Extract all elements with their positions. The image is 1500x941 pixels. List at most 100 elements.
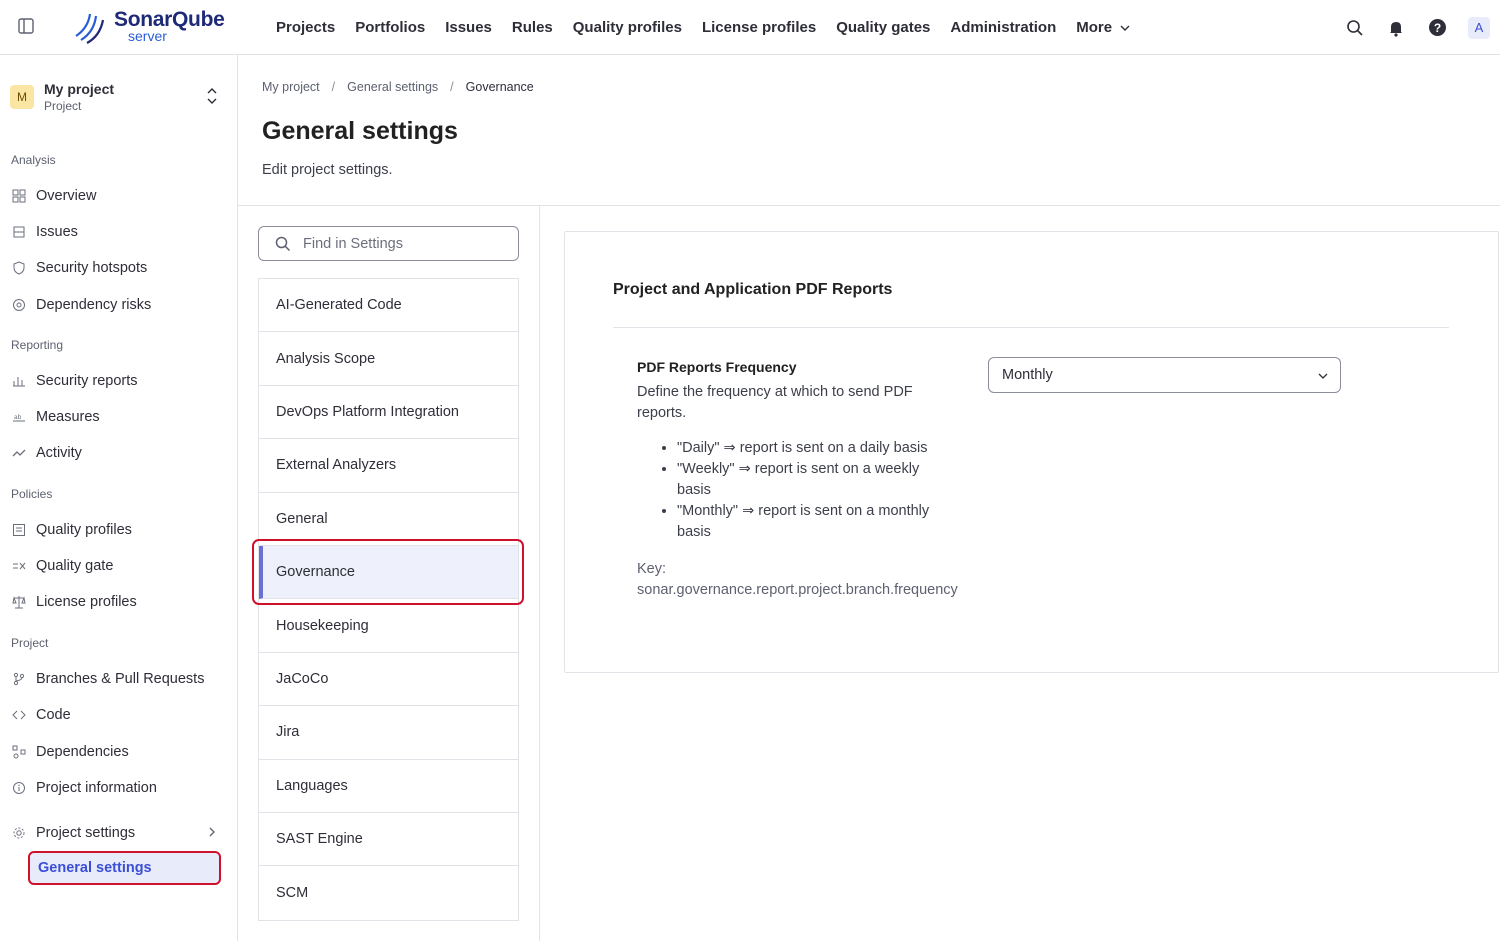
main-content: My project / General settings / Governan… [238,55,1500,941]
help-icon[interactable]: ? [1427,18,1447,38]
category-general[interactable]: General [259,493,518,546]
shield-icon [11,260,27,276]
sonarqube-logo[interactable]: SonarQube server [70,6,225,46]
settings-search[interactable] [258,226,519,261]
list-item: "Monthly" ⇒ report is sent on a monthly … [677,501,951,543]
sidebar-item-label: Dependencies [36,744,129,760]
dependency-risk-icon [11,297,27,313]
setting-key-value: sonar.governance.report.project.branch.f… [637,582,958,598]
user-avatar[interactable]: A [1468,16,1490,39]
top-right-actions: ? A [1345,0,1500,55]
sidebar-item-label: Measures [36,409,100,425]
sidebar-item-issues[interactable]: Issues [11,218,226,246]
project-name: My project [44,81,115,97]
nav-portfolios[interactable]: Portfolios [355,19,425,36]
overview-icon [11,188,27,204]
measures-icon: ab [11,409,27,425]
category-governance[interactable]: Governance [259,545,518,600]
nav-rules[interactable]: Rules [512,19,553,36]
sidebar-item-quality-gate[interactable]: Quality gate [11,552,226,580]
project-switcher[interactable]: M My project Project [10,79,226,115]
issues-icon [11,224,27,240]
quality-profiles-icon [11,522,27,538]
category-sast-engine[interactable]: SAST Engine [259,813,518,867]
nav-issues[interactable]: Issues [445,19,492,36]
sonar-waves-icon [75,13,105,44]
sidebar-section-project: Project [11,636,49,650]
sidebar-item-label: Project settings [36,825,136,841]
quality-gate-icon [11,558,27,574]
sidebar-item-code[interactable]: Code [11,701,226,729]
setting-key: Key: sonar.governance.report.project.bra… [637,559,958,601]
nav-quality-gates[interactable]: Quality gates [836,19,930,36]
bar-chart-icon [11,373,27,389]
frequency-select[interactable]: Monthly [988,357,1341,393]
chevron-down-icon [1318,373,1328,379]
category-scm[interactable]: SCM [259,866,518,919]
info-icon [11,780,27,796]
category-analysis-scope[interactable]: Analysis Scope [259,332,518,386]
top-navigation-bar: SonarQube server Projects Portfolios Iss… [0,0,1500,55]
sidebar-item-overview[interactable]: Overview [11,182,226,210]
sidebar-item-dependencies[interactable]: Dependencies [11,738,226,766]
sidebar-item-branches[interactable]: Branches & Pull Requests [11,665,226,693]
sidebar-item-project-information[interactable]: Project information [11,774,226,802]
sidebar-item-security-reports[interactable]: Security reports [11,367,226,395]
list-item: "Weekly" ⇒ report is sent on a weekly ba… [677,459,951,501]
sidebar-section-reporting: Reporting [11,338,64,352]
category-devops-platform-integration[interactable]: DevOps Platform Integration [259,386,518,440]
panel-divider [613,327,1449,328]
sidebar-item-label: Overview [36,188,97,204]
settings-search-input[interactable] [303,235,503,252]
category-ai-generated-code[interactable]: AI-Generated Code [259,279,518,333]
nav-quality-profiles[interactable]: Quality profiles [573,19,682,36]
branch-icon [11,671,27,687]
svg-text:?: ? [1433,21,1440,35]
settings-category-list: AI-Generated Code Analysis Scope DevOps … [258,278,519,921]
activity-icon [11,445,27,461]
chevron-down-icon [1120,25,1130,31]
sidebar-item-label: Quality profiles [36,522,132,538]
panel-title: Project and Application PDF Reports [613,281,893,298]
bell-icon[interactable] [1386,18,1406,38]
scales-icon [11,594,27,610]
nav-license-profiles[interactable]: License profiles [702,19,816,36]
sidebar-item-activity[interactable]: Activity [11,439,226,467]
sidebar-item-label: Security hotspots [36,260,148,276]
list-item: "Daily" ⇒ report is sent on a daily basi… [677,438,951,459]
breadcrumb-general-settings[interactable]: General settings [347,80,438,94]
breadcrumb: My project / General settings / Governan… [262,80,534,94]
breadcrumb-governance: Governance [465,80,534,94]
category-housekeeping[interactable]: Housekeeping [259,599,518,653]
nav-projects[interactable]: Projects [276,19,335,36]
sidebar-item-measures[interactable]: ab Measures [11,403,226,431]
sidebar-item-quality-profiles[interactable]: Quality profiles [11,516,226,544]
nav-more[interactable]: More [1076,19,1130,36]
sidebar-item-dependency-risks[interactable]: Dependency risks [11,291,226,319]
setting-options-list: "Daily" ⇒ report is sent on a daily basi… [661,438,951,543]
code-icon [11,707,27,723]
category-external-analyzers[interactable]: External Analyzers [259,439,518,493]
chevron-right-icon [209,827,215,837]
sidebar-toggle-icon[interactable] [17,17,35,35]
breadcrumb-my-project[interactable]: My project [262,80,320,94]
sidebar-item-label: Issues [36,224,78,240]
svg-text:ab: ab [14,414,22,421]
sidebar-section-policies: Policies [11,487,53,501]
sidebar-item-security-hotspots[interactable]: Security hotspots [11,254,226,282]
dependencies-icon [11,744,27,760]
settings-panel: Project and Application PDF Reports PDF … [564,231,1499,673]
sidebar-item-label: Branches & Pull Requests [36,671,205,687]
nav-administration[interactable]: Administration [950,19,1056,36]
sidebar-item-license-profiles[interactable]: License profiles [11,588,226,616]
sidebar-item-label: Security reports [36,373,138,389]
nav-more-label: More [1076,19,1113,36]
logo-subtitle: server [128,28,167,44]
category-jacoco[interactable]: JaCoCo [259,653,518,707]
sidebar-subitem-general-settings[interactable]: General settings [28,851,221,885]
page-title: General settings [262,117,458,145]
search-icon[interactable] [1345,18,1365,38]
category-languages[interactable]: Languages [259,760,518,813]
category-jira[interactable]: Jira [259,706,518,760]
sidebar-item-project-settings[interactable]: Project settings [11,819,226,847]
